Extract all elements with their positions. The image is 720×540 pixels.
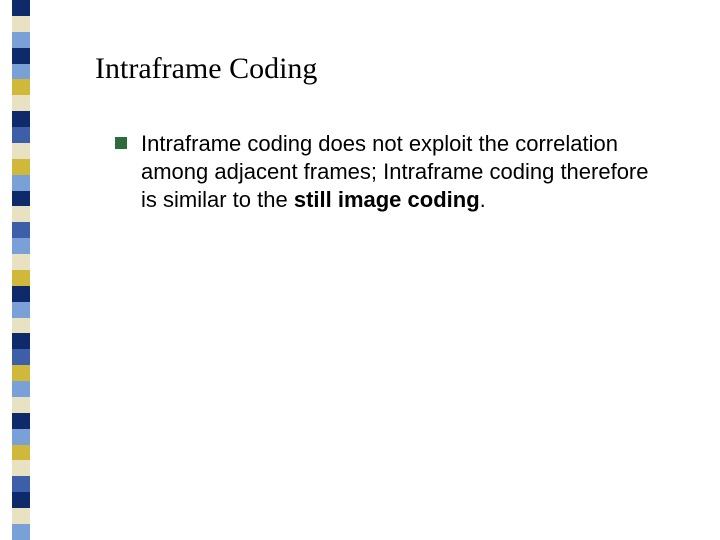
sidebar-segment xyxy=(12,143,30,159)
sidebar-segment xyxy=(12,286,30,302)
body-part2: . xyxy=(480,187,486,212)
sidebar-segment xyxy=(12,32,30,48)
body-row: Intraframe coding does not exploit the c… xyxy=(115,130,660,214)
sidebar-segment xyxy=(12,238,30,254)
sidebar-segment xyxy=(12,175,30,191)
sidebar-segment xyxy=(12,191,30,207)
sidebar-segment xyxy=(12,492,30,508)
sidebar-segment xyxy=(12,429,30,445)
sidebar-segment xyxy=(12,302,30,318)
body-text: Intraframe coding does not exploit the c… xyxy=(141,130,660,214)
sidebar-segment xyxy=(12,381,30,397)
sidebar-segment xyxy=(12,413,30,429)
decorative-sidebar xyxy=(12,0,30,540)
sidebar-segment xyxy=(12,333,30,349)
sidebar-segment xyxy=(12,524,30,540)
sidebar-segment xyxy=(12,460,30,476)
sidebar-segment xyxy=(12,318,30,334)
sidebar-segment xyxy=(12,0,30,16)
sidebar-segment xyxy=(12,206,30,222)
sidebar-segment xyxy=(12,111,30,127)
sidebar-segment xyxy=(12,445,30,461)
sidebar-segment xyxy=(12,48,30,64)
body-bold: still image coding xyxy=(294,187,480,212)
sidebar-segment xyxy=(12,254,30,270)
slide-title: Intraframe Coding xyxy=(95,52,317,86)
sidebar-segment xyxy=(12,95,30,111)
sidebar-segment xyxy=(12,16,30,32)
sidebar-segment xyxy=(12,127,30,143)
sidebar-segment xyxy=(12,508,30,524)
sidebar-segment xyxy=(12,79,30,95)
sidebar-segment xyxy=(12,64,30,80)
bullet-square-icon xyxy=(115,137,127,149)
sidebar-segment xyxy=(12,349,30,365)
sidebar-segment xyxy=(12,397,30,413)
sidebar-segment xyxy=(12,270,30,286)
sidebar-segment xyxy=(12,159,30,175)
slide: Intraframe Coding Intraframe coding does… xyxy=(0,0,720,540)
sidebar-segment xyxy=(12,365,30,381)
sidebar-segment xyxy=(12,222,30,238)
sidebar-segment xyxy=(12,476,30,492)
